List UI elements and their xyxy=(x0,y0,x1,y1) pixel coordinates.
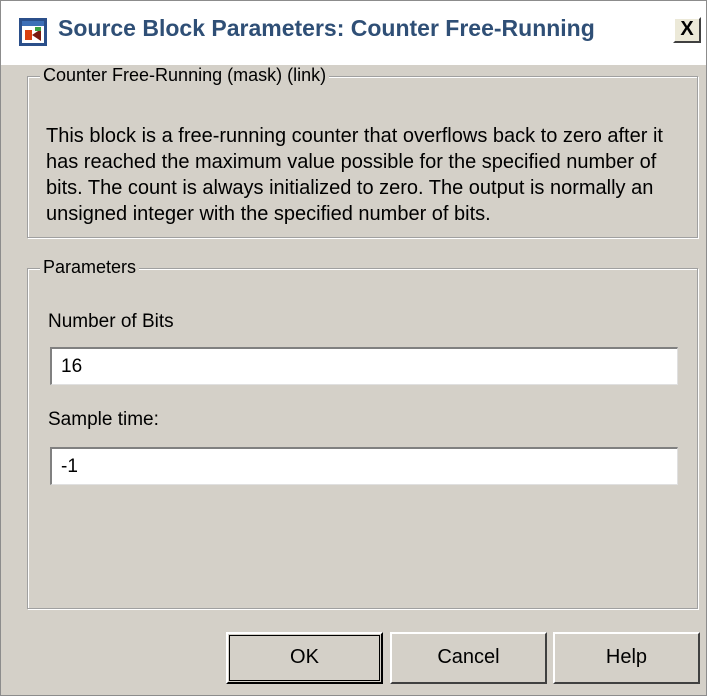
close-button[interactable]: X xyxy=(673,17,701,43)
title-bar[interactable]: Source Block Parameters: Counter Free-Ru… xyxy=(1,1,706,65)
sample-time-label: Sample time: xyxy=(48,409,159,430)
description-legend: Counter Free-Running (mask) (link) xyxy=(40,65,330,86)
sample-time-input[interactable] xyxy=(50,447,678,485)
block-description: This block is a free-running counter tha… xyxy=(46,125,663,225)
number-of-bits-input[interactable] xyxy=(50,347,678,385)
cancel-button[interactable]: Cancel xyxy=(390,632,547,684)
number-of-bits-label: Number of Bits xyxy=(48,311,174,332)
parameters-group: Parameters Number of Bits Sample time: xyxy=(27,257,698,609)
close-icon: X xyxy=(680,18,694,40)
ok-button[interactable]: OK xyxy=(226,632,383,684)
window-title: Source Block Parameters: Counter Free-Ru… xyxy=(58,15,595,41)
help-button[interactable]: Help xyxy=(553,632,700,684)
block-parameters-dialog: Source Block Parameters: Counter Free-Ru… xyxy=(0,0,707,696)
parameters-legend: Parameters xyxy=(40,257,140,278)
simulink-block-icon xyxy=(19,18,47,46)
description-group: Counter Free-Running (mask) (link) This … xyxy=(27,65,698,238)
